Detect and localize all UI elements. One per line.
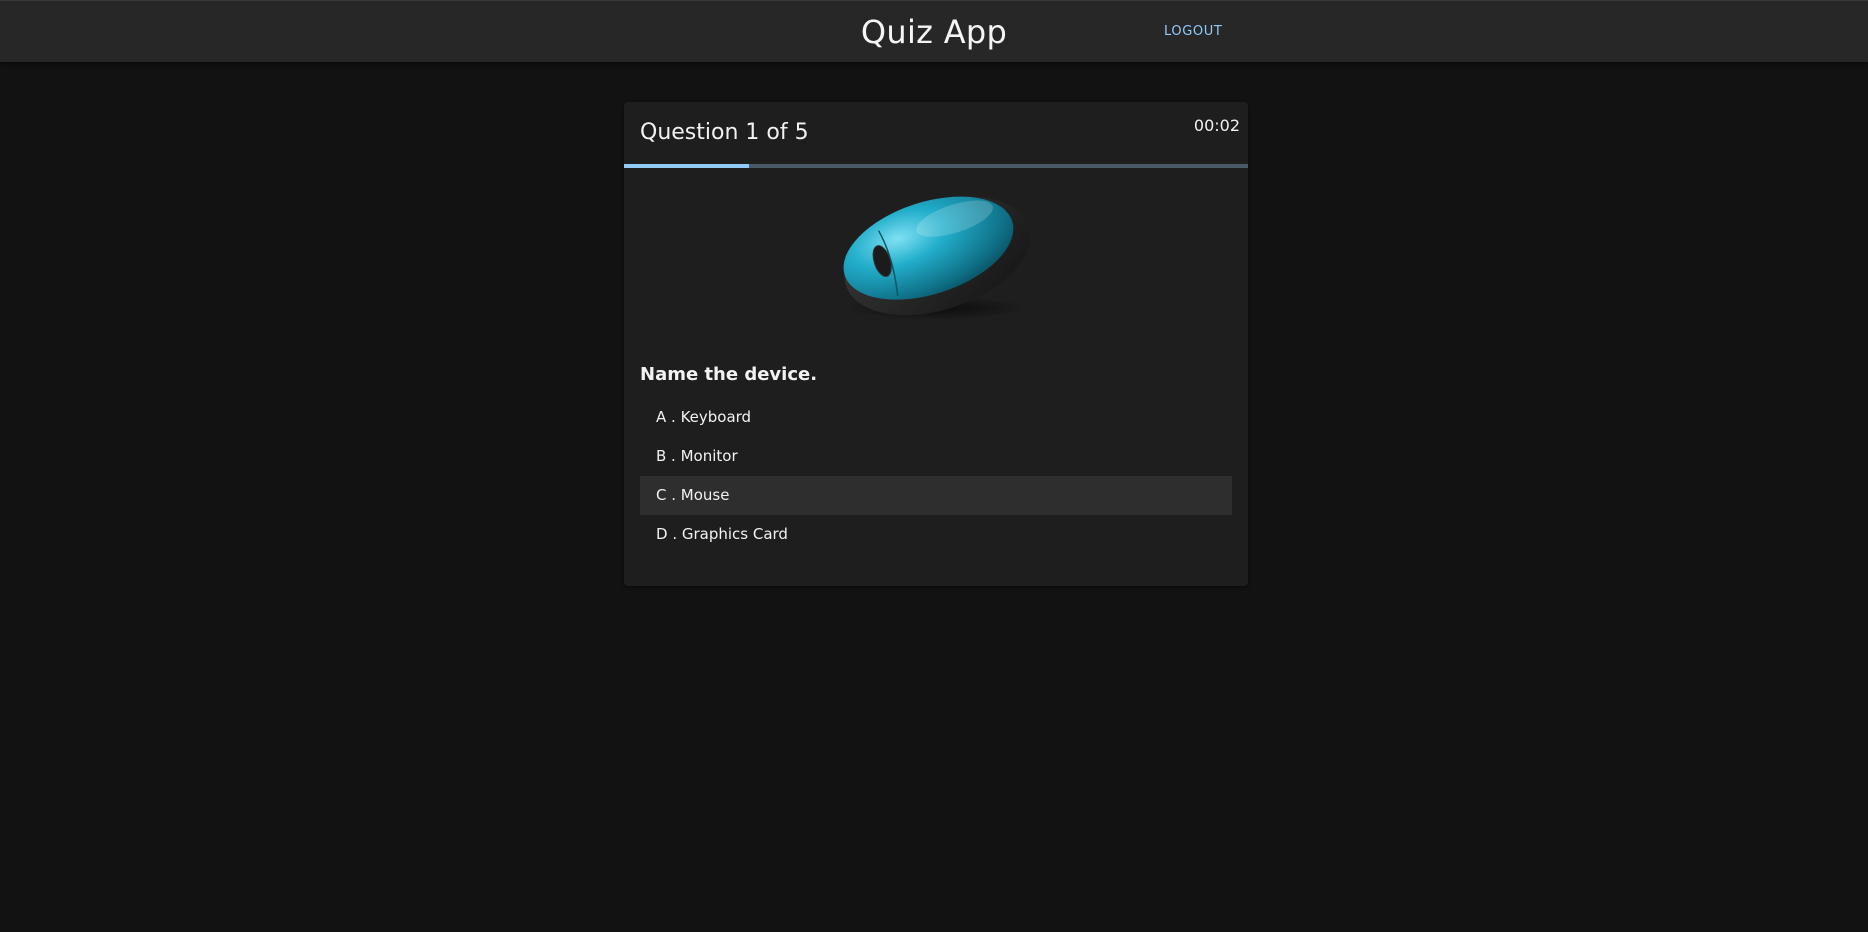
answer-option-b[interactable]: B . Monitor	[640, 437, 1232, 476]
question-prompt: Name the device.	[640, 364, 818, 385]
question-card: Question 1 of 5 00:02 Name the device. A…	[624, 102, 1248, 586]
timer: 00:02	[1193, 116, 1240, 135]
computer-mouse-icon	[824, 174, 1048, 324]
progress-bar-fill	[624, 164, 749, 168]
answer-option-a[interactable]: A . Keyboard	[640, 398, 1232, 437]
question-counter: Question 1 of 5	[640, 120, 809, 145]
progress-bar	[624, 164, 1248, 168]
app-title: Quiz App	[860, 13, 1008, 51]
answer-options: A . Keyboard B . Monitor C . Mouse D . G…	[640, 398, 1232, 554]
answer-option-c[interactable]: C . Mouse	[640, 476, 1232, 515]
logout-button[interactable]: LOGOUT	[1164, 24, 1222, 39]
app-bar: Quiz App LOGOUT	[0, 0, 1868, 62]
answer-option-d[interactable]: D . Graphics Card	[640, 515, 1232, 554]
